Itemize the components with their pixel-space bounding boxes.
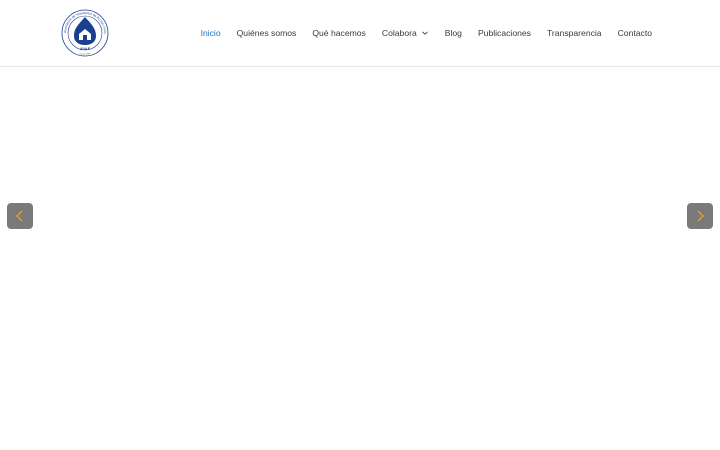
nav-item-colabora[interactable]: Colabora (374, 28, 437, 38)
nav-item-label: Publicaciones (477, 28, 531, 38)
nav-item-publicaciones[interactable]: Publicaciones (470, 28, 539, 38)
nav-item-que-hacemos[interactable]: Qué hacemos (304, 28, 374, 38)
nav-item-label: Transparencia (546, 28, 602, 38)
nav-item-label: Colabora (381, 28, 417, 38)
nav-item-transparencia[interactable]: Transparencia (539, 28, 610, 38)
nav-item-label: Qué hacemos (312, 28, 366, 38)
slider-next-button[interactable] (687, 203, 713, 229)
nav-item-inicio[interactable]: Inicio (193, 28, 229, 38)
chevron-right-icon (697, 210, 704, 222)
nav-item-quienes-somos[interactable]: Quiénes somos (229, 28, 305, 38)
chevron-left-icon (16, 210, 23, 222)
logo-subtext: Desde 1989 (80, 54, 92, 56)
nav-item-label: Blog (444, 28, 462, 38)
site-header: Asociación de Voluntarios de Acción Form… (0, 0, 720, 67)
nav-item-label: Contacto (617, 28, 652, 38)
chevron-down-icon (421, 29, 429, 37)
nav-item-label: Inicio (200, 28, 221, 38)
nav-item-blog[interactable]: Blog (437, 28, 470, 38)
logo-text: AVAF (80, 46, 91, 51)
hero-slider (0, 67, 720, 450)
site-logo[interactable]: Asociación de Voluntarios de Acción Form… (60, 8, 110, 58)
logo-emblem-icon: Asociación de Voluntarios de Acción Form… (60, 8, 109, 57)
nav-item-contacto[interactable]: Contacto (610, 28, 660, 38)
main-nav: Inicio Quiénes somos Qué hacemos Colabor… (193, 0, 660, 66)
slider-prev-button[interactable] (7, 203, 33, 229)
nav-item-label: Quiénes somos (236, 28, 297, 38)
